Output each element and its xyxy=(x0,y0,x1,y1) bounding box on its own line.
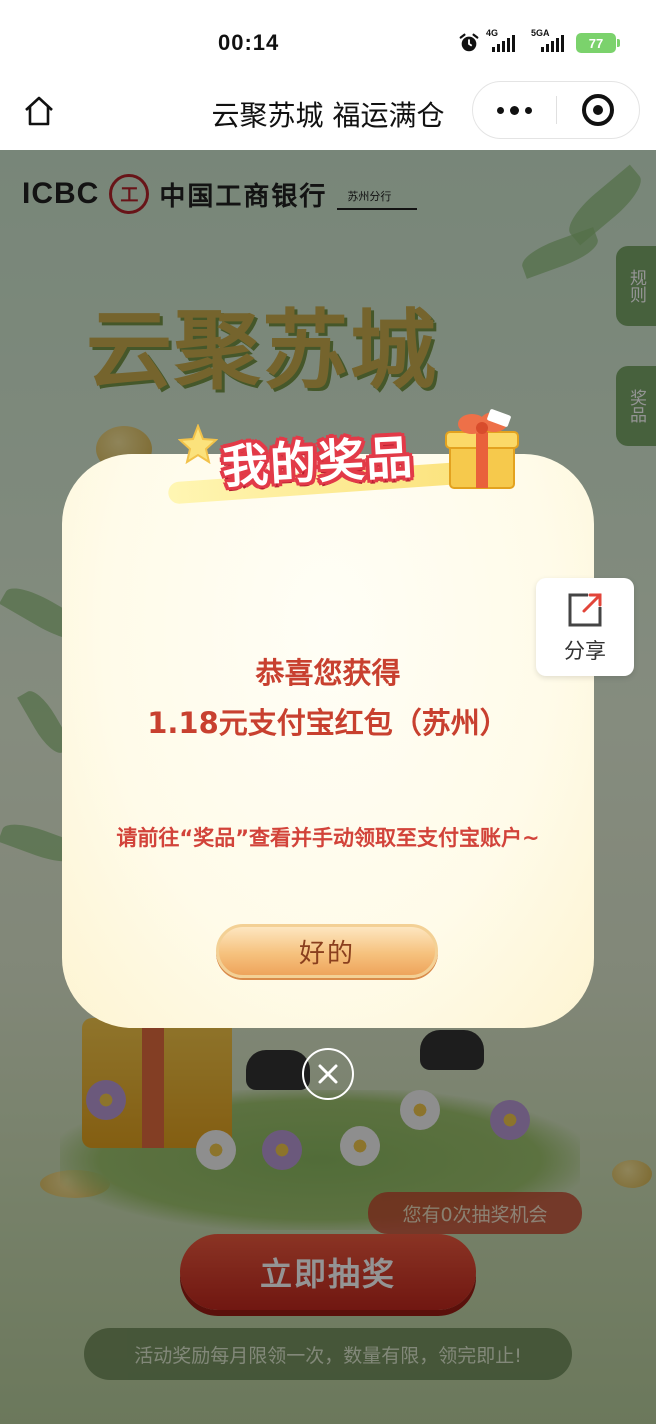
close-mini-program-button[interactable] xyxy=(557,81,640,139)
battery-level: 77 xyxy=(588,35,604,51)
status-bar: 00:14 4G 5GA 77 xyxy=(0,0,656,84)
network-type-5ga: 5GA xyxy=(531,28,550,38)
target-close-icon xyxy=(581,94,614,126)
more-dot-icon xyxy=(496,106,504,114)
share-label: 分享 xyxy=(564,639,606,663)
battery-indicator: 77 xyxy=(576,33,620,53)
alarm-icon xyxy=(459,33,479,52)
more-dot-icon xyxy=(509,105,519,115)
modal-title: 我的奖品 xyxy=(220,430,416,494)
close-icon xyxy=(318,1064,338,1084)
status-time: 00:14 xyxy=(218,30,280,55)
mini-program-nav-bar: 云聚苏城 福运满仓 xyxy=(0,81,656,150)
gift-icon xyxy=(445,409,519,489)
more-dot-icon xyxy=(524,106,532,114)
mini-program-capsule xyxy=(472,81,640,139)
share-icon xyxy=(568,593,602,627)
claim-instruction: 请前往“奖品”查看并手动领取至支付宝账户~ xyxy=(116,826,540,850)
status-indicators: 4G 5GA 77 xyxy=(458,28,620,54)
share-button[interactable]: 分享 xyxy=(536,578,634,676)
congrats-text: 恭喜您获得 xyxy=(255,656,401,690)
prize-modal: 恭喜您获得 1.18元支付宝红包（苏州） 请前往“奖品”查看并手动领取至支付宝账… xyxy=(62,454,594,1028)
prize-name: 1.18元支付宝红包（苏州） xyxy=(147,706,509,740)
signal-4g: 4G xyxy=(486,28,515,52)
network-type-4g: 4G xyxy=(486,28,499,38)
modal-header: 我的奖品 xyxy=(158,402,528,512)
star-icon xyxy=(178,424,218,464)
close-modal-button[interactable] xyxy=(302,1048,354,1100)
more-button[interactable] xyxy=(473,81,556,139)
ok-button[interactable]: 好的 xyxy=(216,924,438,978)
signal-5ga: 5GA xyxy=(531,28,564,52)
